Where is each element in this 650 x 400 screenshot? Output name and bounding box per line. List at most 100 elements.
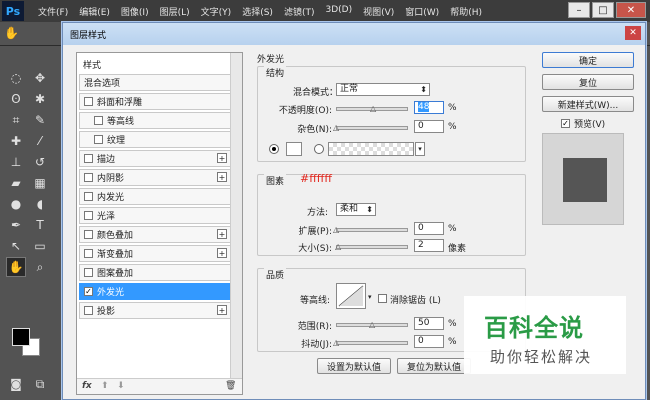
zoom-icon[interactable]: ⌕ bbox=[30, 257, 50, 277]
size-input[interactable]: 2 bbox=[414, 239, 444, 252]
style-item-pattern-overlay[interactable]: 图案叠加 bbox=[79, 264, 231, 281]
style-item-satin[interactable]: 光泽 bbox=[79, 207, 231, 224]
minimize-button[interactable]: – bbox=[568, 2, 590, 18]
gradient-dropdown-icon[interactable]: ▾ bbox=[415, 142, 425, 156]
slider-thumb-icon[interactable]: △ bbox=[335, 243, 343, 251]
style-item-color-overlay[interactable]: 颜色叠加 + bbox=[79, 226, 231, 243]
checkbox[interactable] bbox=[84, 268, 93, 277]
size-slider[interactable]: △ bbox=[335, 243, 408, 251]
blending-options-item[interactable]: 混合选项 bbox=[79, 74, 231, 91]
style-item-drop-shadow[interactable]: 投影 + bbox=[79, 302, 231, 319]
foreground-color-swatch[interactable] bbox=[12, 328, 30, 346]
noise-input[interactable]: 0 bbox=[414, 120, 444, 133]
menu-edit[interactable]: 编辑(E) bbox=[79, 5, 110, 18]
spread-input[interactable]: 0 bbox=[414, 222, 444, 235]
method-select[interactable]: 柔和 ⬍ bbox=[336, 203, 376, 216]
dodge-tool-icon[interactable]: ◖ bbox=[30, 194, 50, 214]
history-brush-icon[interactable]: ↺ bbox=[30, 152, 50, 172]
app-close-button[interactable]: ✕ bbox=[616, 2, 646, 18]
stamp-tool-icon[interactable]: ⊥ bbox=[6, 152, 26, 172]
checkbox[interactable] bbox=[84, 173, 93, 182]
blend-mode-select[interactable]: 正常 ⬍ bbox=[336, 83, 430, 96]
blur-tool-icon[interactable]: ● bbox=[6, 194, 26, 214]
slider-thumb-icon[interactable]: △ bbox=[369, 321, 377, 329]
checkbox[interactable] bbox=[84, 306, 93, 315]
path-select-icon[interactable]: ↖ bbox=[6, 236, 26, 256]
style-item-inner-shadow[interactable]: 内阴影 + bbox=[79, 169, 231, 186]
checkbox[interactable] bbox=[84, 192, 93, 201]
type-tool-icon[interactable]: T bbox=[30, 215, 50, 235]
move-down-icon[interactable]: ⬇ bbox=[117, 381, 125, 391]
slider-thumb-icon[interactable]: △ bbox=[333, 226, 341, 234]
crop-tool-icon[interactable]: ⌗ bbox=[6, 110, 26, 130]
menu-select[interactable]: 选择(S) bbox=[242, 5, 273, 18]
add-icon[interactable]: + bbox=[217, 172, 227, 182]
checkbox[interactable] bbox=[84, 230, 93, 239]
preview-checkbox[interactable]: ✓ bbox=[561, 119, 570, 128]
opacity-input[interactable]: 48 bbox=[414, 101, 444, 114]
glow-color-swatch[interactable] bbox=[286, 142, 302, 156]
magic-wand-icon[interactable]: ✱ bbox=[30, 89, 50, 109]
fx-icon[interactable]: fx bbox=[82, 381, 92, 391]
add-icon[interactable]: + bbox=[217, 153, 227, 163]
maximize-button[interactable]: □ bbox=[592, 2, 614, 18]
menu-3d[interactable]: 3D(D) bbox=[325, 5, 352, 18]
menu-layer[interactable]: 图层(L) bbox=[160, 5, 190, 18]
contour-picker[interactable] bbox=[336, 283, 366, 309]
hand-icon[interactable]: ✋ bbox=[6, 257, 26, 277]
style-item-outer-glow[interactable]: ✓ 外发光 bbox=[79, 283, 231, 300]
checkbox[interactable] bbox=[94, 116, 103, 125]
style-item-texture[interactable]: 纹理 bbox=[79, 131, 231, 148]
eraser-tool-icon[interactable]: ▰ bbox=[6, 173, 26, 193]
lasso-tool-icon[interactable]: ʘ bbox=[6, 89, 26, 109]
eyedropper-icon[interactable]: ✎ bbox=[30, 110, 50, 130]
menu-file[interactable]: 文件(F) bbox=[38, 5, 68, 18]
new-style-button[interactable]: 新建样式(W)... bbox=[542, 96, 634, 112]
style-item-contour[interactable]: 等高线 bbox=[79, 112, 231, 129]
solid-color-radio[interactable] bbox=[269, 144, 279, 154]
style-item-bevel-emboss[interactable]: 斜面和浮雕 bbox=[79, 93, 231, 110]
move-tool-icon[interactable]: ✥ bbox=[30, 68, 50, 88]
shape-tool-icon[interactable]: ▭ bbox=[30, 236, 50, 256]
opacity-slider[interactable]: △ bbox=[336, 105, 408, 113]
range-input[interactable]: 50 bbox=[414, 317, 444, 330]
ok-button[interactable]: 确定 bbox=[542, 52, 634, 68]
add-icon[interactable]: + bbox=[217, 248, 227, 258]
menu-image[interactable]: 图像(I) bbox=[121, 5, 149, 18]
antialias-checkbox[interactable] bbox=[378, 294, 387, 303]
hand-tool-icon[interactable]: ✋ bbox=[4, 26, 19, 40]
style-list-header[interactable]: 样式 bbox=[79, 56, 231, 73]
checkbox[interactable] bbox=[84, 211, 93, 220]
gradient-radio[interactable] bbox=[314, 144, 324, 154]
reset-default-button[interactable]: 复位为默认值 bbox=[397, 358, 471, 374]
menu-type[interactable]: 文字(Y) bbox=[201, 5, 232, 18]
menu-window[interactable]: 窗口(W) bbox=[405, 5, 439, 18]
set-default-button[interactable]: 设置为默认值 bbox=[317, 358, 391, 374]
dialog-close-button[interactable]: ✕ bbox=[625, 26, 641, 40]
trash-icon[interactable]: 🗑 bbox=[225, 381, 236, 391]
jitter-input[interactable]: 0 bbox=[414, 335, 444, 348]
preview-toggle[interactable]: ✓ 预览(V) bbox=[561, 117, 605, 130]
add-icon[interactable]: + bbox=[217, 229, 227, 239]
range-slider[interactable]: △ bbox=[336, 321, 408, 329]
pen-tool-icon[interactable]: ✒ bbox=[6, 215, 26, 235]
checkbox[interactable] bbox=[84, 154, 93, 163]
checkbox[interactable] bbox=[84, 249, 93, 258]
checkbox-checked[interactable]: ✓ bbox=[84, 287, 93, 296]
slider-thumb-icon[interactable]: △ bbox=[370, 105, 378, 113]
menu-view[interactable]: 视图(V) bbox=[363, 5, 394, 18]
quick-mask-icon[interactable]: ◙ bbox=[6, 374, 26, 394]
style-item-gradient-overlay[interactable]: 渐变叠加 + bbox=[79, 245, 231, 262]
slider-thumb-icon[interactable]: △ bbox=[333, 124, 341, 132]
healing-brush-icon[interactable]: ✚ bbox=[6, 131, 26, 151]
checkbox[interactable] bbox=[84, 97, 93, 106]
brush-tool-icon[interactable]: ⁄ bbox=[30, 131, 50, 151]
style-list-scrollbar[interactable] bbox=[230, 53, 242, 379]
style-item-stroke[interactable]: 描边 + bbox=[79, 150, 231, 167]
move-up-icon[interactable]: ⬆ bbox=[101, 381, 109, 391]
gradient-tool-icon[interactable]: ▦ bbox=[30, 173, 50, 193]
style-item-inner-glow[interactable]: 内发光 bbox=[79, 188, 231, 205]
menu-filter[interactable]: 滤镜(T) bbox=[284, 5, 315, 18]
menu-help[interactable]: 帮助(H) bbox=[450, 5, 482, 18]
contour-dropdown-icon[interactable]: ▾ bbox=[368, 293, 372, 301]
